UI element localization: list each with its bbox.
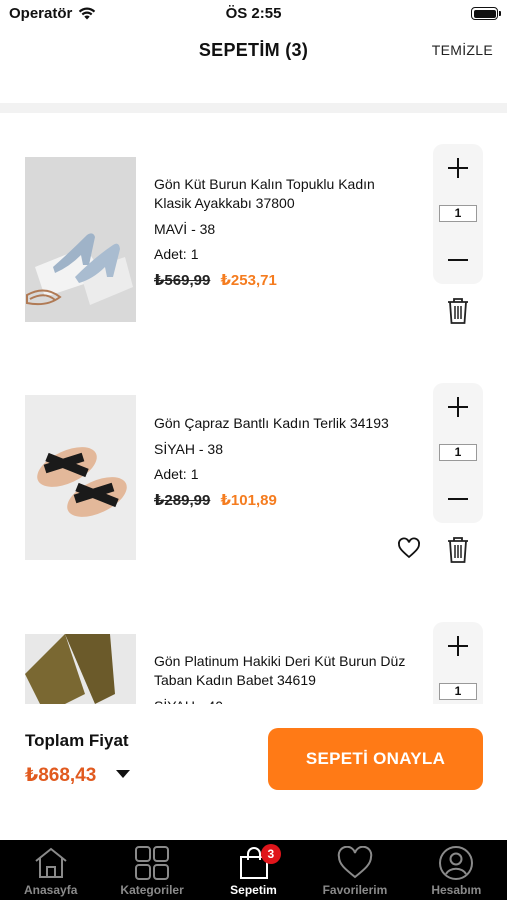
total-price[interactable]: ₺868,43 (25, 764, 96, 787)
quantity-input[interactable]: 1 (439, 683, 477, 700)
tab-bar: Anasayfa Kategoriler 3 Sepetim Favoriler… (0, 840, 507, 900)
plus-icon (448, 158, 468, 178)
increase-button[interactable] (433, 148, 483, 188)
delete-button[interactable] (446, 536, 470, 564)
trash-icon (448, 537, 468, 563)
increase-button[interactable] (433, 387, 483, 427)
tab-label: Kategoriler (120, 883, 184, 897)
product-image[interactable] (25, 634, 136, 704)
quantity-value: 1 (190, 246, 199, 262)
header-divider (0, 103, 507, 113)
heart-icon (337, 846, 373, 879)
tab-label: Favorilerim (322, 883, 388, 897)
product-name[interactable]: Gön Küt Burun Kalın Topuklu Kadın Klasik… (154, 175, 414, 213)
product-info: Gön Çapraz Bantlı Kadın Terlik 34193 SİY… (154, 414, 414, 509)
product-variant: MAVİ - 38 (154, 221, 216, 237)
cart-item: Gön Platinum Hakiki Deri Küt Burun Düz T… (0, 622, 507, 704)
quantity-input[interactable]: 1 (439, 444, 477, 461)
favorite-button[interactable] (397, 537, 421, 561)
product-prices: ₺569,99 ₺253,71 (154, 271, 414, 289)
minus-icon (448, 259, 468, 261)
clear-cart-button[interactable]: TEMİZLE (432, 42, 493, 58)
cart-item: Gön Çapraz Bantlı Kadın Terlik 34193 SİY… (0, 383, 507, 583)
quantity-value: 1 (190, 466, 199, 482)
product-name[interactable]: Gön Çapraz Bantlı Kadın Terlik 34193 (154, 414, 414, 433)
product-info: Gön Küt Burun Kalın Topuklu Kadın Klasik… (154, 175, 414, 289)
quantity-stepper: 1 (433, 144, 483, 284)
increase-button[interactable] (433, 626, 483, 666)
decrease-button[interactable] (433, 479, 483, 519)
quantity-label: Adet: (154, 466, 187, 482)
quantity-input[interactable]: 1 (439, 205, 477, 222)
battery-icon (471, 7, 501, 20)
minus-icon (448, 498, 468, 500)
tab-home[interactable]: Anasayfa (0, 840, 101, 900)
caret-down-icon[interactable] (116, 770, 130, 778)
plus-icon (448, 636, 468, 656)
cart-list[interactable]: Gön Küt Burun Kalın Topuklu Kadın Klasik… (0, 113, 507, 704)
tab-account[interactable]: Hesabım (406, 840, 507, 900)
quantity-label: Adet: (154, 246, 187, 262)
delete-button[interactable] (446, 297, 470, 325)
tab-cart[interactable]: 3 Sepetim (203, 840, 304, 900)
quantity-stepper: 1 (433, 622, 483, 704)
grid-icon (135, 846, 170, 880)
product-image[interactable] (25, 157, 136, 322)
quantity-stepper: 1 (433, 383, 483, 523)
tab-label: Hesabım (431, 883, 482, 897)
cart-badge: 3 (260, 844, 281, 864)
cart-summary: Toplam Fiyat ₺868,43 SEPETİ ONAYLA (0, 704, 507, 840)
header: SEPETİM (3) TEMİZLE (0, 28, 507, 76)
new-price: ₺253,71 (220, 272, 277, 289)
status-time: ÖS 2:55 (225, 5, 282, 22)
product-name[interactable]: Gön Platinum Hakiki Deri Küt Burun Düz T… (154, 652, 414, 690)
new-price: ₺101,89 (220, 492, 277, 509)
product-variant: SİYAH - 38 (154, 441, 223, 457)
old-price: ₺289,99 (154, 492, 211, 509)
confirm-cart-button[interactable]: SEPETİ ONAYLA (268, 728, 483, 790)
user-icon (439, 846, 474, 880)
tab-label: Anasayfa (24, 883, 78, 897)
tab-categories[interactable]: Kategoriler (101, 840, 202, 900)
product-quantity: Adet: 1 (154, 466, 414, 482)
decrease-button[interactable] (433, 240, 483, 280)
total-label: Toplam Fiyat (25, 731, 129, 750)
plus-icon (448, 397, 468, 417)
product-image[interactable] (25, 395, 136, 560)
cart-item: Gön Küt Burun Kalın Topuklu Kadın Klasik… (0, 144, 507, 344)
old-price: ₺569,99 (154, 272, 211, 289)
product-quantity: Adet: 1 (154, 246, 414, 262)
heart-icon (398, 537, 420, 559)
product-prices: ₺289,99 ₺101,89 (154, 491, 414, 509)
tab-label: Sepetim (230, 883, 277, 897)
home-icon (35, 847, 67, 878)
tab-favorites[interactable]: Favorilerim (304, 840, 405, 900)
product-info: Gön Platinum Hakiki Deri Küt Burun Düz T… (154, 652, 414, 704)
trash-icon (448, 298, 468, 324)
status-bar: Operatör ÖS 2:55 (0, 0, 507, 28)
